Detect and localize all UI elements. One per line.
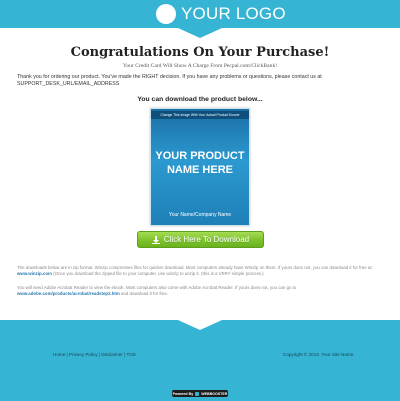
cover-title: YOUR PRODUCT NAME HERE bbox=[155, 150, 245, 176]
footer-link-privacy-policy[interactable]: Privacy Policy bbox=[69, 352, 98, 357]
copyright-text: Copyright © 2013. Your Site Name. bbox=[283, 352, 355, 357]
webbooster-logo-icon bbox=[195, 391, 200, 396]
acrobat-note: You will need Adobe Acrobat Reader to vi… bbox=[17, 285, 383, 297]
footer-bar bbox=[0, 320, 400, 401]
winzip-note-text: The downloads below are in zip format. W… bbox=[17, 265, 373, 270]
cover-author: Your Name/Company Name bbox=[168, 212, 232, 218]
cover-banner: Change This Image With Your Actual Produ… bbox=[151, 111, 249, 119]
footer-link-tos[interactable]: TOS bbox=[126, 352, 135, 357]
download-button[interactable]: Click Here To Download bbox=[137, 231, 264, 248]
footer-link-home[interactable]: Home bbox=[53, 352, 65, 357]
download-button-label: Click Here To Download bbox=[163, 235, 250, 244]
footer-links: Home | Privacy Policy | Disclaimer | TOS bbox=[53, 352, 136, 357]
powered-by-brand: WEBBOOSTER bbox=[201, 391, 228, 396]
winzip-note-text-after: (Once you download the zipped file to yo… bbox=[51, 271, 264, 276]
powered-by-prefix: Powered By bbox=[172, 391, 194, 396]
page-subtitle: Your Credit Card Will Show A Charge From… bbox=[122, 63, 278, 69]
winzip-note: The downloads below are in zip format. W… bbox=[17, 265, 383, 277]
intro-text: Thank you for ordering our product. You'… bbox=[17, 74, 322, 87]
download-arrow-icon bbox=[151, 235, 160, 244]
powered-by-badge[interactable]: Powered By WEBBOOSTER bbox=[172, 390, 228, 397]
winzip-link[interactable]: www.winzip.com bbox=[17, 271, 52, 276]
footer-link-disclaimer[interactable]: Disclaimer bbox=[101, 352, 122, 357]
acrobat-note-text-after: and download it for free. bbox=[119, 291, 169, 296]
site-logo[interactable]: YOUR LOGO bbox=[156, 3, 286, 25]
page-title: Congratulations On Your Purchase! bbox=[70, 45, 330, 60]
download-heading: You can download the product below... bbox=[137, 96, 263, 103]
acrobat-link[interactable]: www.adobe.com/products/acrobat/readstep2… bbox=[17, 291, 120, 296]
circle-logo-icon bbox=[156, 4, 176, 24]
header-notch bbox=[178, 28, 222, 38]
acrobat-note-text: You will need Adobe Acrobat Reader to vi… bbox=[17, 285, 297, 290]
product-cover-image: Change This Image With Your Actual Produ… bbox=[150, 108, 250, 226]
logo-text: YOUR LOGO bbox=[181, 4, 286, 23]
footer-notch bbox=[178, 320, 222, 330]
